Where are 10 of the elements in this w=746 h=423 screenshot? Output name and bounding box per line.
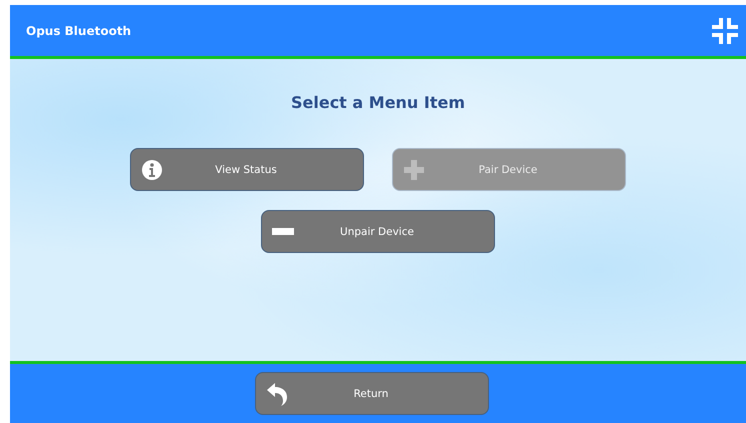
return-button[interactable]: Return: [255, 372, 489, 415]
menu-heading: Select a Menu Item: [290, 93, 466, 112]
app-title: Opus Bluetooth: [26, 24, 132, 38]
menu-button[interactable]: Unpair Device: [261, 210, 495, 253]
menu-button[interactable]: View Status: [130, 148, 364, 191]
minus-icon: [272, 228, 294, 235]
minimize-icon[interactable]: [712, 18, 738, 44]
plus-icon: [403, 158, 425, 180]
info-icon: [141, 158, 163, 180]
return-arrow-icon: [266, 382, 288, 406]
